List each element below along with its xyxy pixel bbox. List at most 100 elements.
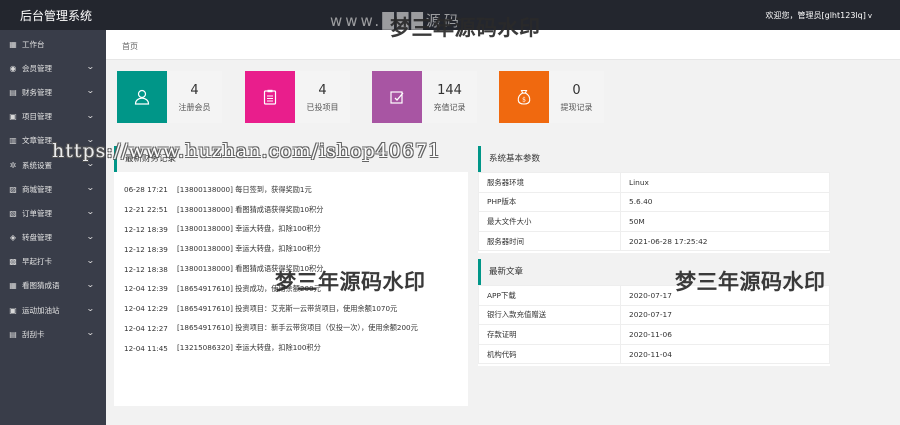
shop-icon: ▨ (9, 184, 17, 194)
chevron-down-icon: ⌄ (86, 207, 96, 217)
list-item: 06-28 17:21 [13800138000] 每日签到，获得奖励1元 (114, 180, 468, 200)
scratch-icon: ▤ (9, 329, 17, 339)
user-greeting: 欢迎您，管理员[glht123lq] (765, 11, 866, 20)
table-row[interactable]: 机构代码 2020-11-04 (478, 343, 830, 365)
sidebar-item[interactable]: ◉ 会员管理 ⌄ (0, 56, 106, 80)
stat-label: 充值记录 (433, 103, 466, 112)
record-time: 12-04 12:29 (124, 304, 168, 314)
record-text: [13800138000] 幸运大转盘，扣除100积分 (177, 244, 321, 254)
chevron-down-icon: ⌄ (86, 279, 96, 289)
record-text: [18654917610] 投资项目：艾克斯一云带货项目，使用余额1070元 (177, 303, 398, 313)
cell-key[interactable]: 存款证明 (478, 324, 621, 345)
sidebar-item-label: 商城管理 (22, 184, 52, 194)
table-row: PHP版本 5.6.40 (478, 191, 830, 213)
sidebar-item[interactable]: ▤ 财务管理 ⌄ (0, 80, 106, 104)
record-time: 12-12 18:39 (124, 244, 168, 254)
sport-icon: ▣ (9, 305, 17, 315)
chevron-down-icon: ⌄ (86, 304, 96, 314)
user-icon (117, 71, 167, 123)
sidebar-item-label: 项目管理 (22, 112, 52, 122)
chevron-down-icon: ⌄ (86, 86, 96, 96)
record-time: 12-21 22:51 (124, 205, 168, 215)
cell-value: 5.6.40 (620, 191, 830, 213)
main-content: 首页 4 注册会员 4 已投项目 144 充值记录 $ 0 提现记录 最新财务记… (106, 30, 900, 425)
record-time: 12-12 18:39 (124, 224, 168, 234)
sidebar-item-label: 早起打卡 (22, 257, 52, 267)
sidebar-item[interactable]: ▨ 商城管理 ⌄ (0, 177, 106, 201)
sidebar-item-label: 转盘管理 (22, 233, 52, 243)
stat-label: 已投项目 (306, 103, 339, 112)
stat-card-recharge[interactable]: 144 充值记录 (372, 71, 477, 123)
list-item: 12-21 22:51 [13800138000] 看图猜成语获得奖励10积分 (114, 200, 468, 220)
sidebar-item-label: 刮刮卡 (22, 329, 45, 339)
table-row: 服务器环境 Linux (478, 172, 830, 193)
sidebar-item[interactable]: ▩ 早起打卡 ⌄ (0, 250, 106, 274)
app-title: 后台管理系统 (20, 9, 93, 23)
stat-value: 144 (437, 83, 462, 98)
sidebar-item-label: 订单管理 (22, 208, 52, 218)
checkin-icon: ▩ (9, 257, 17, 267)
record-text: [13215086320] 幸运大转盘，扣除100积分 (177, 343, 321, 353)
system-params-table: 服务器环境 Linux PHP版本 5.6.40 最大文件大小 50M 服务器时间 2021-… (478, 172, 830, 252)
cell-value: 2020-11-04 (620, 343, 830, 365)
money-bag-icon: $ (499, 71, 549, 123)
article-icon: ▥ (9, 136, 17, 146)
list-item: 12-12 18:39 [13800138000] 幸运大转盘，扣除100积分 (114, 239, 468, 259)
record-text: [13800138000] 看图猜成语获得奖励10积分 (177, 204, 324, 214)
cell-key: 服务器环境 (478, 172, 621, 193)
table-row: 服务器时间 2021-06-28 17:25:42 (478, 230, 830, 252)
sidebar-item[interactable]: ◈ 转盘管理 ⌄ (0, 226, 106, 250)
sidebar: ▦ 工作台 ◉ 会员管理 ⌄ ▤ 财务管理 ⌄ ▣ 项目管理 ⌄ ▥ 文章管理 ⌄ ✲ 系统设置 ⌄ ▨ 商城管理 ⌄… (0, 30, 106, 425)
chevron-down-icon: ⌄ (86, 183, 96, 193)
cell-key: PHP版本 (478, 191, 621, 213)
table-row[interactable]: 银行入款充值赠送 2020-07-17 (478, 304, 830, 326)
user-menu[interactable]: 欢迎您，管理员[glht123lq] v (766, 10, 872, 21)
record-time: 06-28 17:21 (124, 185, 168, 195)
cell-key[interactable]: APP下载 (478, 285, 621, 306)
stat-card-withdraw[interactable]: $ 0 提现记录 (499, 71, 604, 123)
edit-icon (372, 71, 422, 123)
cell-key[interactable]: 机构代码 (478, 343, 621, 365)
record-text: [13800138000] 每日签到，获得奖励1元 (177, 184, 312, 194)
sidebar-item-label: 系统设置 (22, 160, 52, 170)
svg-text:$: $ (522, 96, 526, 103)
wheel-icon: ◈ (9, 233, 17, 243)
clipboard-icon (245, 71, 295, 123)
panel-title: 系统基本参数 (478, 146, 830, 172)
table-row[interactable]: 存款证明 2020-11-06 (478, 324, 830, 345)
url-watermark: https://www.huzhan.com/ishop40671 (52, 140, 442, 162)
sidebar-item[interactable]: ▦ 看图猜成语 ⌄ (0, 274, 106, 298)
system-params-panel: 系统基本参数 服务器环境 Linux PHP版本 5.6.40 最大文件大小 50M 服务器… (478, 146, 830, 253)
sidebar-item[interactable]: ▧ 订单管理 ⌄ (0, 201, 106, 225)
list-item: 12-04 12:29 [18654917610] 投资项目：艾克斯一云带货项目，… (114, 299, 468, 319)
sidebar-item-label: 财务管理 (22, 87, 52, 97)
stat-card-members[interactable]: 4 注册会员 (117, 71, 222, 123)
sidebar-item[interactable]: ▤ 刮刮卡 ⌄ (0, 322, 106, 346)
list-item: 12-12 18:39 [13800138000] 幸运大转盘，扣除100积分 (114, 220, 468, 240)
record-text: [18654917610] 投资项目：新手云带货项目（仅投一次），使用余额200… (177, 323, 418, 333)
list-item: 12-04 12:27 [18654917610] 投资项目：新手云带货项目（仅投… (114, 319, 468, 339)
sidebar-item-label: 看图猜成语 (22, 281, 60, 291)
idiom-icon: ▦ (9, 281, 17, 291)
cell-key[interactable]: 银行入款充值赠送 (478, 304, 621, 326)
sidebar-item[interactable]: ▣ 运动加油站 ⌄ (0, 298, 106, 322)
table-row: 最大文件大小 50M (478, 211, 830, 232)
stat-value: 0 (572, 83, 581, 98)
watermark-text: 梦三年源码水印 (275, 270, 426, 294)
cell-value: 50M (620, 211, 830, 232)
order-icon: ▧ (9, 208, 17, 218)
sidebar-item[interactable]: ▦ 工作台 (0, 32, 106, 56)
watermark-text: 梦三年源码水印 (675, 270, 826, 294)
project-icon: ▣ (9, 112, 17, 122)
cell-value: Linux (620, 172, 830, 193)
chevron-down-icon: ⌄ (86, 62, 96, 72)
breadcrumb-home[interactable]: 首页 (122, 41, 138, 52)
chevron-down-icon: ⌄ (86, 231, 96, 241)
sidebar-item[interactable]: ▣ 项目管理 ⌄ (0, 105, 106, 129)
watermark-text: 梦三年源码水印 (390, 16, 541, 40)
chevron-down-icon: ⌄ (86, 328, 96, 338)
cell-value: 2021-06-28 17:25:42 (620, 230, 830, 252)
stat-value: 4 (318, 83, 327, 98)
record-time: 12-04 11:45 (124, 343, 168, 353)
stat-card-projects[interactable]: 4 已投项目 (245, 71, 350, 123)
